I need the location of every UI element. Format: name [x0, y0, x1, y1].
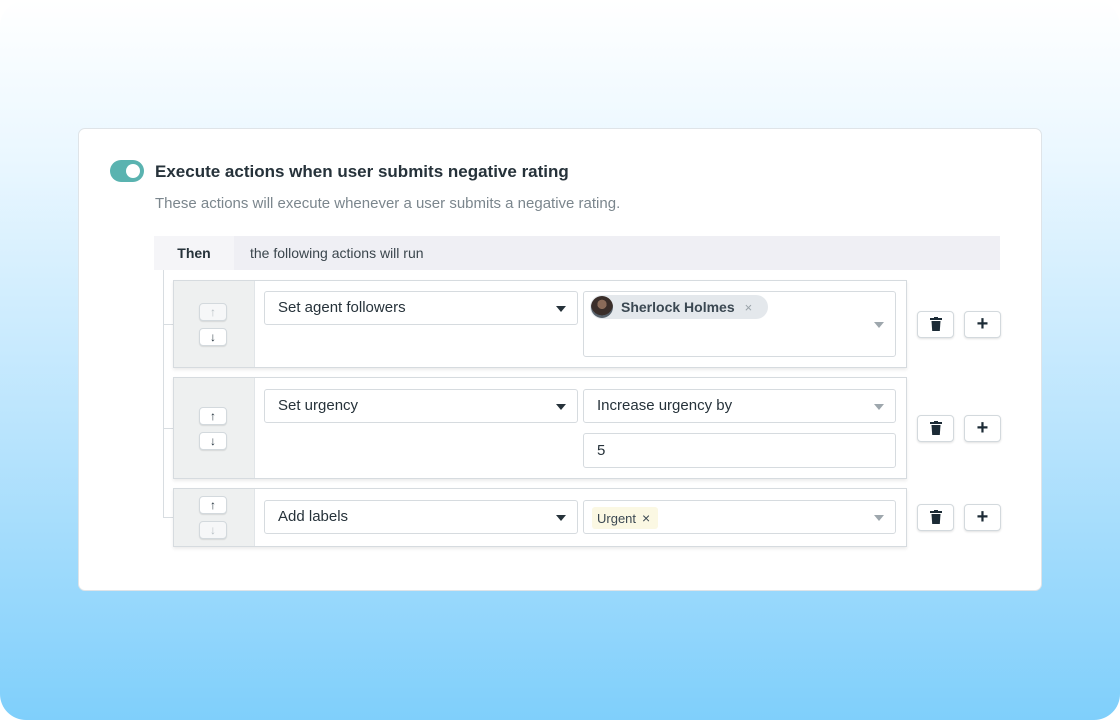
tag-label: Urgent	[597, 511, 637, 526]
urgency-mode-value: Increase urgency by	[597, 397, 733, 414]
delete-action-button[interactable]	[917, 415, 954, 442]
delete-action-button[interactable]	[917, 504, 954, 531]
trash-icon	[929, 317, 942, 331]
then-label: Then	[154, 236, 234, 270]
action-select[interactable]: Set urgency	[264, 389, 578, 423]
move-down-button[interactable]: ↓	[199, 521, 227, 539]
tree-branch	[163, 324, 173, 325]
action-row: ↑ ↓ Set agent followers Sherlock Holmes ×	[173, 280, 907, 368]
chevron-down-icon	[874, 404, 884, 410]
action-select[interactable]: Set agent followers	[264, 291, 578, 325]
action-row: ↑ ↓ Add labels Urgent ×	[173, 488, 907, 547]
move-up-button[interactable]: ↑	[199, 303, 227, 321]
chevron-down-icon	[874, 515, 884, 521]
then-text: the following actions will run	[250, 245, 424, 261]
labels-select[interactable]: Urgent ×	[583, 500, 896, 534]
remove-chip-icon[interactable]: ×	[745, 300, 753, 315]
move-up-button[interactable]: ↑	[199, 407, 227, 425]
followers-select[interactable]: Sherlock Holmes ×	[583, 291, 896, 357]
chevron-down-icon	[874, 322, 884, 328]
add-action-button[interactable]: +	[964, 504, 1001, 531]
delete-action-button[interactable]	[917, 311, 954, 338]
row-handle[interactable]: ↑ ↓	[174, 281, 255, 367]
row-handle[interactable]: ↑ ↓	[174, 489, 255, 546]
trash-icon	[929, 510, 942, 524]
move-down-button[interactable]: ↓	[199, 432, 227, 450]
remove-tag-icon[interactable]: ×	[642, 510, 650, 526]
action-row: ↑ ↓ Set urgency Increase urgency by 5	[173, 377, 907, 479]
move-up-button[interactable]: ↑	[199, 496, 227, 514]
add-action-button[interactable]: +	[964, 311, 1001, 338]
tree-connector	[163, 270, 164, 518]
rule-enabled-toggle[interactable]	[110, 160, 144, 182]
background: Execute actions when user submits negati…	[0, 0, 1120, 720]
chevron-down-icon	[556, 515, 566, 521]
action-select-value: Set urgency	[278, 397, 359, 414]
action-select[interactable]: Add labels	[264, 500, 578, 534]
toggle-knob	[126, 164, 140, 178]
tree-branch	[163, 517, 173, 518]
action-select-value: Set agent followers	[278, 299, 406, 316]
then-bar: Then the following actions will run	[154, 236, 1000, 270]
rule-title: Execute actions when user submits negati…	[155, 162, 569, 181]
urgency-amount-input[interactable]: 5	[583, 433, 896, 468]
move-down-button[interactable]: ↓	[199, 328, 227, 346]
chevron-down-icon	[556, 306, 566, 312]
urgency-mode-select[interactable]: Increase urgency by	[583, 389, 896, 423]
trash-icon	[929, 421, 942, 435]
rule-card: Execute actions when user submits negati…	[78, 128, 1042, 591]
row-handle[interactable]: ↑ ↓	[174, 378, 255, 478]
chevron-down-icon	[556, 404, 566, 410]
add-action-button[interactable]: +	[964, 415, 1001, 442]
tree-branch	[163, 428, 173, 429]
avatar	[591, 296, 613, 318]
follower-chip: Sherlock Holmes ×	[590, 295, 769, 319]
label-tag: Urgent ×	[592, 507, 659, 529]
rule-subtitle: These actions will execute whenever a us…	[155, 195, 621, 212]
chip-label: Sherlock Holmes	[621, 299, 735, 315]
action-select-value: Add labels	[278, 508, 349, 525]
